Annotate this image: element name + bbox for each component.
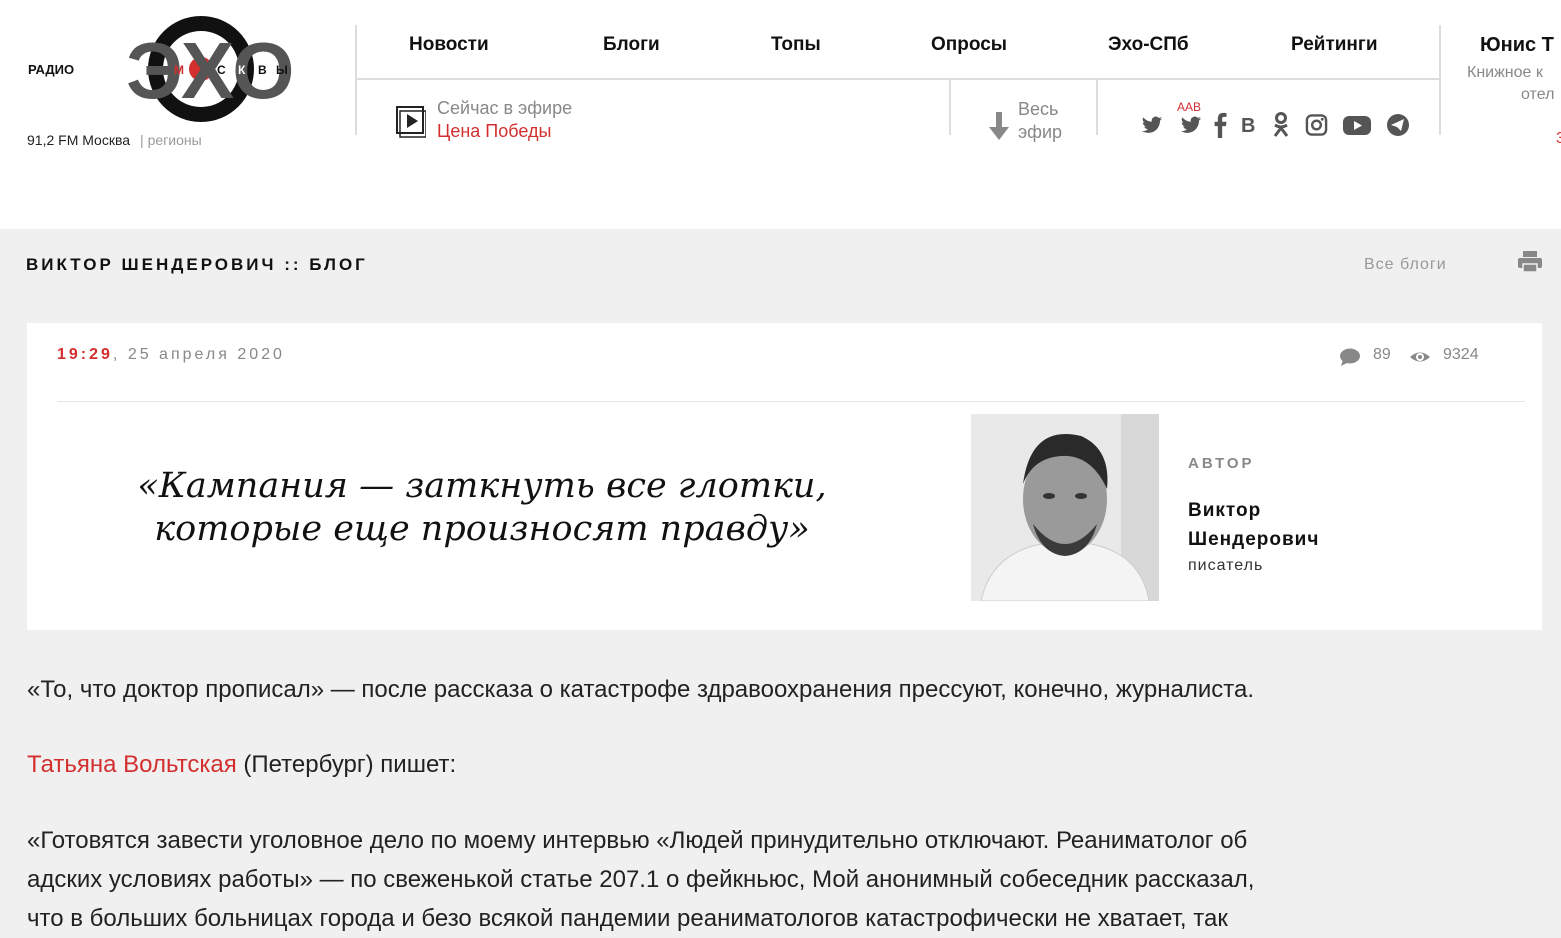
paragraph-text: (Петербург) пишет:: [236, 751, 457, 778]
paragraph-line: «Готовятся завести уголовное дело по мое…: [27, 827, 1248, 854]
instagram-icon[interactable]: [1305, 112, 1328, 138]
logo-letter-s: С: [217, 63, 226, 77]
telegram-icon[interactable]: [1386, 112, 1410, 138]
author-last-name: Шендерович: [1188, 529, 1320, 550]
promo-sub-line1: Книжное к: [1467, 64, 1543, 81]
header-divider: [1439, 25, 1441, 135]
logo-letter-y: Ы: [276, 63, 288, 77]
author-caption: АВТОР: [1188, 455, 1255, 472]
comments-count[interactable]: 89: [1373, 346, 1391, 364]
logo-letter-m: М: [174, 63, 184, 77]
paragraph-line: адских условиях работы» — по свеженькой …: [27, 866, 1255, 893]
nav-polls[interactable]: Опросы: [931, 34, 1007, 56]
promo-sub-line2: отел: [1521, 86, 1555, 103]
promo-extra: 3: [1556, 130, 1561, 147]
nav-underline: [357, 78, 1440, 80]
post-card: 19:29, 25 апреля 2020 89 9324 «Кампания …: [27, 323, 1542, 630]
all-blogs-link[interactable]: Все блоги: [1364, 256, 1447, 274]
site-header: ЭХО РАДИО М С К В Ы 91,2 FM Москва | реги…: [0, 0, 1561, 229]
header-divider: [1096, 80, 1098, 135]
blog-title: ВИКТОР ШЕНДЕРОВИЧ :: БЛОГ: [26, 255, 368, 274]
post-date: , 25 апреля 2020: [112, 346, 285, 363]
nav-ratings[interactable]: Рейтинги: [1291, 34, 1378, 56]
all-air-text: Весь эфир: [1018, 98, 1062, 144]
twitter-aab-icon[interactable]: [1180, 112, 1202, 138]
author-mention-link[interactable]: Татьяна Вольтская: [27, 751, 237, 778]
article-paragraph: Татьяна Вольтская (Петербург) пишет:: [27, 745, 1527, 784]
article-paragraph: «Готовятся завести уголовное дело по мое…: [27, 821, 1527, 938]
article-paragraph: «То, что доктор прописал» — после расска…: [27, 676, 1255, 703]
play-icon: [396, 106, 426, 138]
fm-frequency: 91,2 FM Москва: [27, 132, 131, 148]
promo-name[interactable]: Юнис Т: [1480, 34, 1554, 57]
logo-letter-v: В: [258, 63, 267, 77]
odnoklassniki-icon[interactable]: [1272, 112, 1290, 138]
author-first-name: Виктор: [1188, 500, 1262, 521]
download-arrow-icon: [989, 112, 1009, 140]
logo-main-text: ЭХО: [126, 26, 294, 115]
post-time: 19:29: [57, 346, 113, 363]
all-air-line1: Весь: [1018, 99, 1059, 119]
promo-sub: Книжное к отел: [1467, 62, 1554, 106]
nav-news[interactable]: Новости: [409, 34, 489, 56]
header-divider: [949, 80, 951, 135]
post-headline[interactable]: «Кампания — заткнуть все глотки, которые…: [87, 465, 877, 551]
eye-icon: [1410, 352, 1430, 362]
facebook-icon[interactable]: [1213, 112, 1227, 138]
paragraph-line: что в больших больницах города и безо вс…: [27, 905, 1228, 932]
echo-logo[interactable]: ЭХО РАДИО М С К В Ы: [26, 16, 296, 124]
post-datetime: 19:29, 25 апреля 2020: [57, 346, 285, 364]
twitter-icon[interactable]: [1141, 112, 1163, 138]
nav-echo-spb[interactable]: Эхо-СПб: [1108, 34, 1189, 56]
author-role: писатель: [1188, 557, 1264, 574]
views-count: 9324: [1443, 346, 1479, 363]
region-separator: |: [140, 132, 144, 148]
vk-icon[interactable]: B: [1240, 112, 1258, 138]
youtube-icon[interactable]: [1342, 112, 1372, 138]
on-air-label: Сейчас в эфире: [437, 98, 573, 118]
headline-line2: которые еще произносят правду»: [154, 509, 810, 549]
nav-tops[interactable]: Топы: [771, 34, 821, 56]
card-divider: [57, 401, 1525, 402]
headline-line1: «Кампания — заткнуть все глотки,: [137, 466, 827, 506]
comment-icon: [1340, 348, 1360, 366]
author-portrait-icon: [971, 414, 1159, 601]
nav-blogs[interactable]: Блоги: [603, 34, 660, 56]
header-divider: [355, 25, 357, 135]
all-air-line2: эфир: [1018, 122, 1063, 142]
svg-text:B: B: [1241, 115, 1255, 137]
region-line: 91,2 FM Москва | регионы: [27, 132, 202, 148]
author-photo[interactable]: [971, 414, 1159, 601]
on-air-show-link[interactable]: Цена Победы: [437, 121, 551, 142]
logo-radio-text: РАДИО: [28, 62, 74, 77]
print-icon[interactable]: [1517, 251, 1543, 273]
regions-link[interactable]: регионы: [148, 132, 202, 148]
logo-letter-k: К: [238, 63, 246, 77]
author-name-link[interactable]: Виктор Шендерович: [1188, 496, 1388, 554]
